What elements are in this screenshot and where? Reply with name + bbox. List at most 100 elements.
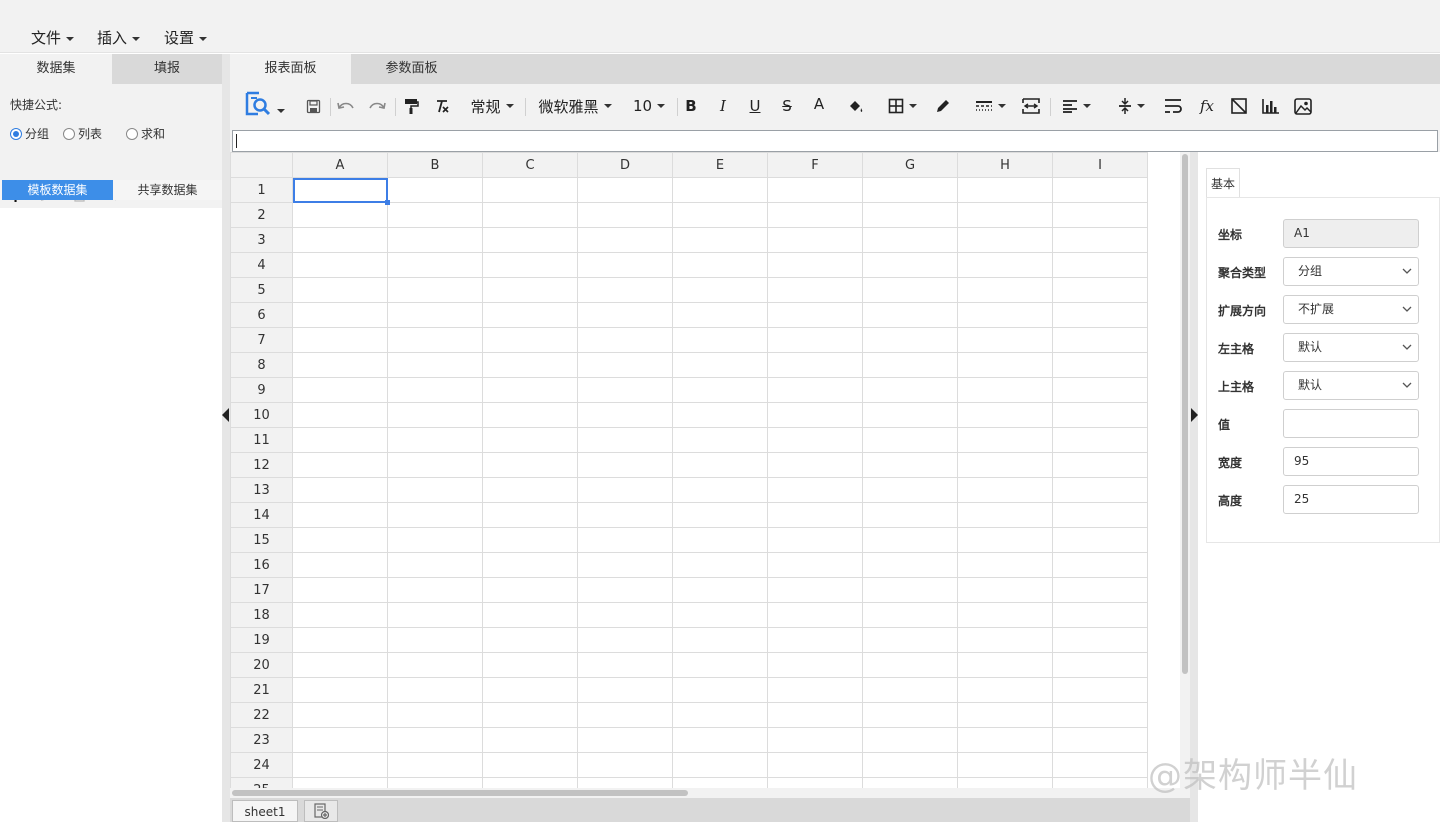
formula-input[interactable] <box>232 130 1438 152</box>
selected-cell[interactable] <box>292 177 391 206</box>
height-input[interactable]: 25 <box>1283 485 1419 514</box>
row-header[interactable]: 12 <box>230 452 293 478</box>
grid-cell[interactable] <box>672 302 768 328</box>
strikethrough-button[interactable]: S <box>777 94 797 118</box>
grid-cell[interactable] <box>862 227 958 253</box>
grid-cell[interactable] <box>767 602 863 628</box>
grid-cell[interactable] <box>387 302 483 328</box>
left-splitter[interactable] <box>222 54 230 822</box>
grid-cell[interactable] <box>292 777 388 788</box>
column-header[interactable]: B <box>387 152 483 178</box>
row-header[interactable]: 5 <box>230 277 293 303</box>
grid-cell[interactable] <box>862 752 958 778</box>
grid-cell[interactable] <box>767 752 863 778</box>
grid-cell[interactable] <box>767 552 863 578</box>
radio-list[interactable]: 列表 <box>63 125 102 142</box>
grid-cell[interactable] <box>387 252 483 278</box>
column-header[interactable]: A <box>292 152 388 178</box>
spreadsheet-grid[interactable]: A B C D E F G H I 1 2 3 4 5 6 7 8 9 10 11 12 13 14 15 16 17 18 19 20… <box>230 152 1190 788</box>
grid-cell[interactable] <box>387 527 483 553</box>
line-style-button[interactable] <box>970 94 1010 118</box>
grid-cell[interactable] <box>1052 652 1148 678</box>
grid-cell[interactable] <box>957 427 1053 453</box>
grid-cell[interactable] <box>387 552 483 578</box>
tab-dataset[interactable]: 数据集 <box>0 54 112 84</box>
expand-direction-select[interactable]: 不扩展 <box>1283 295 1419 324</box>
grid-cell[interactable] <box>957 602 1053 628</box>
grid-cell[interactable] <box>482 352 578 378</box>
tab-fill-report[interactable]: 填报 <box>112 54 222 84</box>
grid-cell[interactable] <box>482 252 578 278</box>
grid-cell[interactable] <box>767 477 863 503</box>
grid-cell[interactable] <box>292 427 388 453</box>
grid-cell[interactable] <box>767 427 863 453</box>
grid-cell[interactable] <box>482 652 578 678</box>
grid-cell[interactable] <box>292 727 388 753</box>
grid-cell[interactable] <box>1052 402 1148 428</box>
vertical-align-button[interactable] <box>1112 94 1150 118</box>
row-header[interactable]: 7 <box>230 327 293 353</box>
column-header[interactable]: D <box>577 152 673 178</box>
grid-cell[interactable] <box>292 502 388 528</box>
add-sheet-button[interactable] <box>304 800 338 822</box>
grid-cell[interactable] <box>482 777 578 788</box>
grid-cell[interactable] <box>957 777 1053 788</box>
row-header[interactable]: 3 <box>230 227 293 253</box>
grid-cell[interactable] <box>577 402 673 428</box>
grid-cell[interactable] <box>387 277 483 303</box>
grid-cell[interactable] <box>577 627 673 653</box>
column-header[interactable]: G <box>862 152 958 178</box>
grid-cell[interactable] <box>577 452 673 478</box>
grid-cell[interactable] <box>1052 777 1148 788</box>
pen-button[interactable] <box>932 94 954 118</box>
grid-cell[interactable] <box>862 627 958 653</box>
grid-cell[interactable] <box>862 352 958 378</box>
grid-cell[interactable] <box>767 402 863 428</box>
grid-cell[interactable] <box>482 577 578 603</box>
tab-report-panel[interactable]: 报表面板 <box>230 54 351 84</box>
grid-cell[interactable] <box>672 427 768 453</box>
grid-cell[interactable] <box>957 352 1053 378</box>
grid-cell[interactable] <box>482 452 578 478</box>
row-header[interactable]: 9 <box>230 377 293 403</box>
grid-cell[interactable] <box>1052 502 1148 528</box>
font-color-button[interactable]: A <box>809 92 829 116</box>
width-input[interactable]: 95 <box>1283 447 1419 476</box>
grid-cell[interactable] <box>672 452 768 478</box>
grid-cell[interactable] <box>672 252 768 278</box>
grid-cell[interactable] <box>577 377 673 403</box>
grid-cell[interactable] <box>292 377 388 403</box>
grid-cell[interactable] <box>672 577 768 603</box>
grid-cell[interactable] <box>577 527 673 553</box>
grid-cell[interactable] <box>767 302 863 328</box>
grid-cell[interactable] <box>862 702 958 728</box>
grid-cell[interactable] <box>767 577 863 603</box>
row-header[interactable]: 13 <box>230 477 293 503</box>
row-header[interactable]: 15 <box>230 527 293 553</box>
grid-cell[interactable] <box>482 227 578 253</box>
grid-cell[interactable] <box>1052 527 1148 553</box>
grid-cell[interactable] <box>862 252 958 278</box>
row-header[interactable]: 4 <box>230 252 293 278</box>
grid-cell[interactable] <box>482 302 578 328</box>
grid-cell[interactable] <box>482 402 578 428</box>
grid-cell[interactable] <box>387 652 483 678</box>
grid-cell[interactable] <box>672 677 768 703</box>
grid-cell[interactable] <box>672 477 768 503</box>
grid-cell[interactable] <box>862 552 958 578</box>
menu-settings[interactable]: 设置 <box>164 27 208 48</box>
grid-cell[interactable] <box>1052 177 1148 203</box>
tab-shared-dataset[interactable]: 共享数据集 <box>113 180 222 200</box>
grid-cell[interactable] <box>1052 202 1148 228</box>
grid-cell[interactable] <box>292 627 388 653</box>
grid-cell[interactable] <box>387 227 483 253</box>
grid-cell[interactable] <box>577 777 673 788</box>
redo-button[interactable] <box>366 94 388 118</box>
grid-cell[interactable] <box>862 577 958 603</box>
grid-cell[interactable] <box>292 477 388 503</box>
grid-cell[interactable] <box>482 552 578 578</box>
row-header[interactable]: 24 <box>230 752 293 778</box>
grid-cell[interactable] <box>482 727 578 753</box>
grid-cell[interactable] <box>672 652 768 678</box>
grid-cell[interactable] <box>957 752 1053 778</box>
